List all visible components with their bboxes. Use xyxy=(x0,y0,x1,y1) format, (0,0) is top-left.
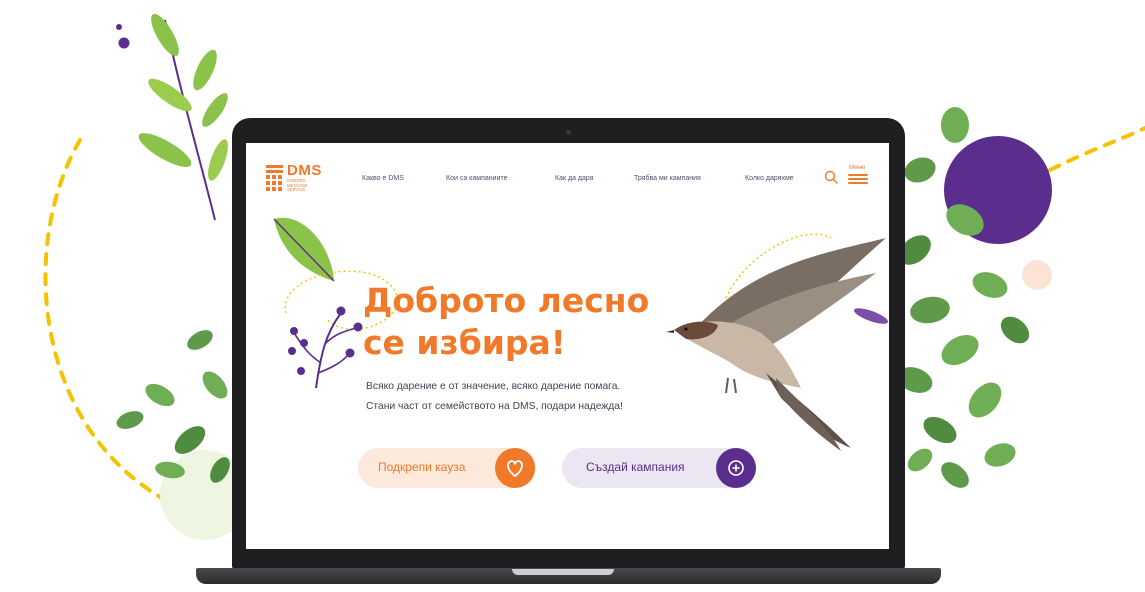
swallow-bird-image xyxy=(666,238,886,451)
nav-item-need-campaign[interactable]: Трябва ми кампания xyxy=(634,175,701,182)
support-cause-button[interactable]: Подкрепи кауза xyxy=(358,448,536,488)
menu-label: Меню xyxy=(849,165,866,171)
laptop-notch xyxy=(512,569,614,575)
peach-circle xyxy=(1022,260,1052,290)
nav-item-campaigns[interactable]: Кои са кампаниите xyxy=(446,175,507,182)
left-bush xyxy=(116,330,230,483)
search-icon[interactable] xyxy=(824,170,838,184)
dms-logo[interactable]: DMS DONORS MESSAGE SERVICE xyxy=(266,163,324,197)
webcam xyxy=(566,130,571,135)
hero-decoration xyxy=(273,217,889,451)
logo-grid-icon xyxy=(266,165,283,191)
support-cause-icon-wrap xyxy=(495,448,535,488)
nav-item-what-is-dms[interactable]: Какво е DMS xyxy=(362,175,404,182)
hero-subtitle-line-1: Всяко дарение е от значение, всяко дарен… xyxy=(366,381,621,392)
laptop-screen: DMS DONORS MESSAGE SERVICE Какво е DMS К… xyxy=(246,143,889,549)
hero-title-line-2: се избира! xyxy=(363,323,566,362)
hero-title: Доброто лесно се избира! xyxy=(363,280,683,364)
logo-subtitle: DONORS MESSAGE SERVICE xyxy=(287,178,308,193)
heart-icon xyxy=(507,460,523,477)
create-campaign-button[interactable]: Създай кампания xyxy=(562,448,756,488)
create-campaign-label: Създай кампания xyxy=(586,460,685,474)
nav-item-how-much-donated[interactable]: Колко даряхме xyxy=(745,175,794,182)
berry-sprig-icon xyxy=(288,306,363,389)
nav-item-how-to-donate[interactable]: Как да даря xyxy=(555,175,593,182)
plus-circle-icon xyxy=(728,460,744,476)
dashed-arc-right xyxy=(1048,126,1145,172)
purple-dot-small xyxy=(116,24,122,30)
logo-name: DMS xyxy=(287,162,322,179)
hero-title-line-1: Доброто лесно xyxy=(363,281,650,320)
menu-button[interactable]: Меню xyxy=(846,165,872,185)
hero-subtitle-line-2: Стани част от семейството на DMS, подари… xyxy=(366,401,623,412)
hero-subtitle: Всяко дарение е от значение, всяко дарен… xyxy=(366,377,686,417)
create-campaign-icon-wrap xyxy=(716,448,756,488)
left-branch xyxy=(138,13,228,221)
support-cause-label: Подкрепи кауза xyxy=(378,460,466,474)
leaf-icon xyxy=(273,217,335,282)
purple-dot xyxy=(118,37,130,49)
